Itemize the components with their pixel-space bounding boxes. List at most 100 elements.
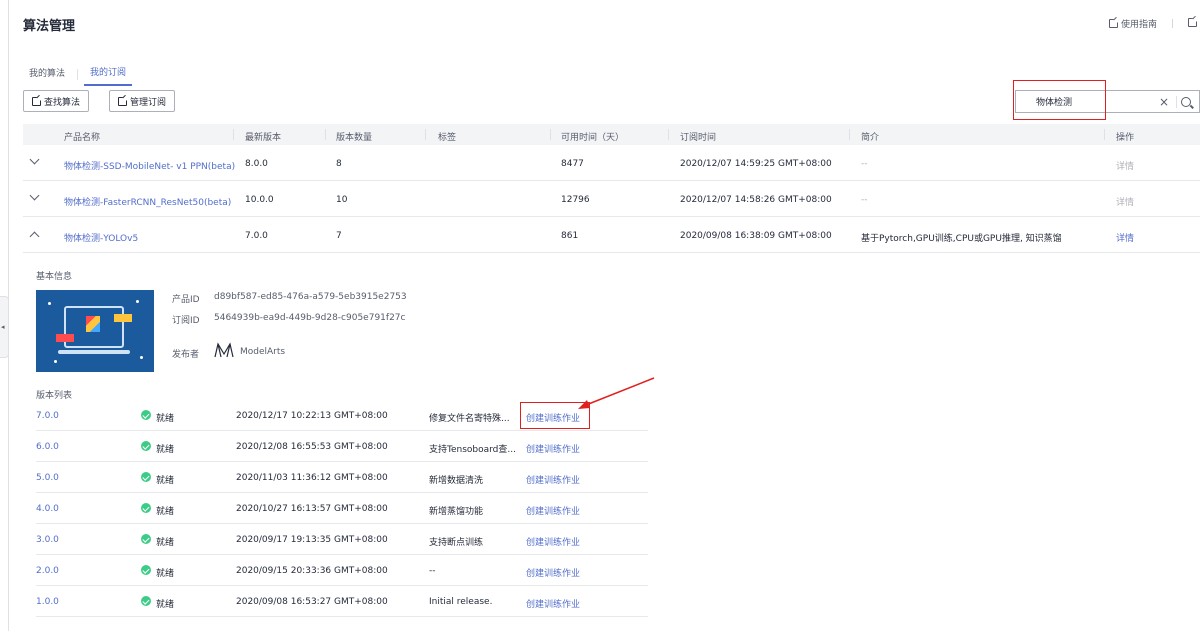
subscription-id-label: 订阅ID [172,316,200,326]
version-row: 3.0.0 就绪 2020/09/17 19:13:35 GMT+08:00 支… [36,524,648,555]
search-icon[interactable] [1181,96,1191,107]
product-name-link[interactable]: 物体检测-SSD-MobileNet- v1 PPN(beta) [64,159,235,172]
decor-dot [136,300,139,303]
manage-subscription-button[interactable]: 管理订阅 [109,90,176,112]
tab-my-subscriptions[interactable]: 我的订阅 [84,62,133,86]
version-status: 就绪 [156,538,175,548]
version-status: 就绪 [156,476,175,486]
table-row[interactable]: 物体检测-FasterRCNN_ResNet50(beta) 10.0.0 10… [23,181,1200,217]
create-training-job-link[interactable]: 创建训练作业 [526,566,580,579]
annotation-arrow [578,377,655,409]
details-link[interactable]: 详情 [1116,231,1134,244]
product-id-value: d89bf587-ed85-476a-a579-5eb3915e2753 [214,292,407,302]
version-number[interactable]: 7.0.0 [36,411,59,421]
decor-dot [140,356,143,359]
chevron-down-icon[interactable] [29,154,40,165]
version-number[interactable]: 4.0.0 [36,504,59,514]
version-time: 2020/12/08 16:55:53 GMT+08:00 [236,442,388,452]
version-time: 2020/12/17 10:22:13 GMT+08:00 [236,411,388,421]
version-note: 修复文件名寄特殊... [429,414,510,424]
chevron-up-icon[interactable] [29,231,40,242]
check-circle-icon [141,565,151,575]
version-count: 7 [336,231,342,241]
check-circle-icon [141,472,151,482]
version-note: 支持断点训练 [429,538,484,548]
tab-my-algorithms[interactable]: 我的算法 [23,63,71,85]
table-row[interactable]: 物体检测-YOLOv5 7.0.0 7 861 2020/09/08 16:38… [23,217,1200,253]
version-note: -- [429,566,436,576]
description: -- [861,159,868,169]
version-status: 就绪 [156,600,175,610]
table-header: 产品名称 最新版本 版本数量 标签 可用时间（天） 订阅时间 简介 操作 [23,124,1200,145]
publisher-label: 发布者 [172,350,200,360]
create-training-job-link[interactable]: 创建训练作业 [526,535,580,548]
details-link[interactable]: 详情 [1116,159,1134,172]
description: 基于Pytorch,GPU训练,CPU或GPU推理, 知识蒸馏 [861,234,1062,244]
subscription-id-value: 5464939b-ea9d-449b-9d28-c905e791f27c [214,313,406,323]
version-count: 10 [336,195,348,205]
page-title: 算法管理 [23,19,76,34]
version-number[interactable]: 5.0.0 [36,473,59,483]
version-status: 就绪 [156,507,175,517]
monitor-base [58,350,130,354]
version-time: 2020/10/27 16:13:57 GMT+08:00 [236,504,388,514]
product-id-label: 产品ID [172,295,200,305]
version-count: 8 [336,159,342,169]
create-training-job-link[interactable]: 创建训练作业 [526,504,580,517]
version-row: 5.0.0 就绪 2020/11/03 11:36:12 GMT+08:00 新… [36,462,648,493]
version-number[interactable]: 6.0.0 [36,442,59,452]
column-header: 标签 [438,133,457,143]
sidebar-collapse-handle[interactable]: ◂ [0,296,9,358]
column-divider [325,129,326,140]
tab-bar: 我的算法 我的订阅 [23,62,133,86]
create-training-job-link[interactable]: 创建训练作业 [526,473,580,486]
product-name-link[interactable]: 物体检测-YOLOv5 [64,231,138,244]
header-separator: | [1170,18,1174,29]
modelarts-logo [214,342,234,358]
close-icon[interactable]: × [1156,95,1172,109]
column-header: 最新版本 [245,133,282,143]
version-row: 4.0.0 就绪 2020/10/27 16:13:57 GMT+08:00 新… [36,493,648,524]
available-days: 861 [561,231,579,241]
version-number[interactable]: 1.0.0 [36,597,59,607]
latest-version: 7.0.0 [245,231,268,241]
details-link[interactable]: 详情 [1116,195,1134,208]
version-row: 6.0.0 就绪 2020/12/08 16:55:53 GMT+08:00 支… [36,431,648,462]
check-circle-icon [141,410,151,420]
column-divider [849,129,850,140]
latest-version: 10.0.0 [245,195,274,205]
column-header: 版本数量 [336,133,373,143]
decor-dot [54,360,57,363]
version-note: 支持Tensoboard查... [429,445,516,455]
column-divider [550,129,551,140]
version-time: 2020/09/15 20:33:36 GMT+08:00 [236,566,388,576]
version-status: 就绪 [156,414,175,424]
edit-icon [32,96,41,106]
algorithm-thumbnail [36,290,154,372]
guide-link[interactable]: 使用指南 [1108,17,1157,30]
version-note: 新增数据清洗 [429,476,484,486]
annotation-box-search [1013,80,1106,120]
tab-separator [77,68,79,80]
header-secondary-link[interactable] [1188,18,1200,29]
version-row: 1.0.0 就绪 2020/09/08 16:53:27 GMT+08:00 I… [36,586,648,617]
guide-icon [1108,19,1118,28]
create-training-job-link[interactable]: 创建训练作业 [526,442,580,455]
description: -- [861,195,868,205]
column-divider [233,129,234,140]
collapse-arrow-icon: ◂ [1,323,5,331]
column-header: 可用时间（天） [561,133,625,143]
version-number[interactable]: 3.0.0 [36,535,59,545]
product-name-link[interactable]: 物体检测-FasterRCNN_ResNet50(beta) [64,195,231,208]
search-divider [1176,95,1177,108]
subscription-time: 2020/12/07 14:59:25 GMT+08:00 [680,159,832,169]
version-time: 2020/09/17 19:13:35 GMT+08:00 [236,535,388,545]
find-algorithm-button[interactable]: 查找算法 [23,90,90,112]
available-days: 8477 [561,159,584,169]
chevron-down-icon[interactable] [29,190,40,201]
create-training-job-link[interactable]: 创建训练作业 [526,597,580,610]
table-row[interactable]: 物体检测-SSD-MobileNet- v1 PPN(beta) 8.0.0 8… [23,145,1200,181]
basic-info-title: 基本信息 [36,272,73,282]
column-header: 简介 [861,133,880,143]
version-number[interactable]: 2.0.0 [36,566,59,576]
